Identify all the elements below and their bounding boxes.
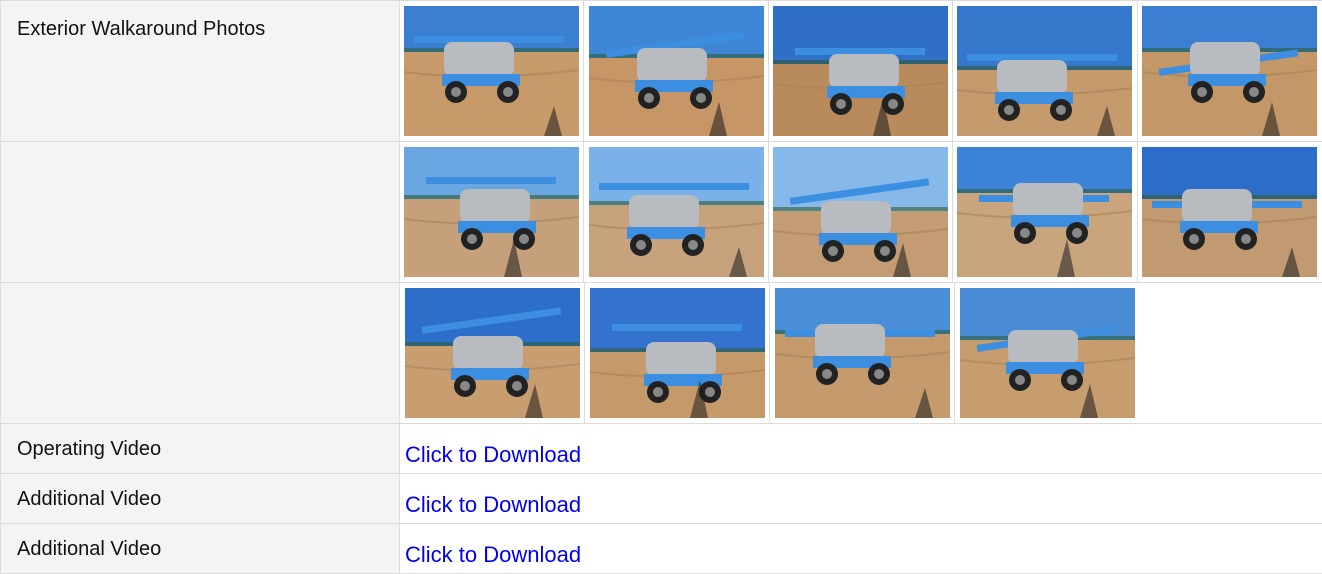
video-row-additional: Additional Video Click to Download xyxy=(1,474,1322,524)
inspection-table: Exterior Walkaround Photos xyxy=(0,0,1322,574)
photo-lift-rear-quarter-icon[interactable] xyxy=(589,6,764,136)
photo-cell xyxy=(400,1,584,141)
photo-s125-closeup-icon[interactable] xyxy=(590,288,765,418)
photo-cell xyxy=(769,1,953,141)
video-label: Operating Video xyxy=(1,424,399,461)
photo-grid xyxy=(400,1,1322,141)
photo-row xyxy=(1,283,1322,424)
photo-lift-side-boom-icon[interactable] xyxy=(957,6,1132,136)
video-label-cell: Additional Video xyxy=(1,474,400,524)
photo-gallery-cell xyxy=(400,283,1322,424)
photo-lift-rear-icon[interactable] xyxy=(404,6,579,136)
photo-front-angle-icon[interactable] xyxy=(960,288,1135,418)
photo-boom-lowered-icon[interactable] xyxy=(957,147,1132,277)
label-cell-empty xyxy=(1,283,400,424)
walkaround-label: Exterior Walkaround Photos xyxy=(1,1,399,41)
video-label: Additional Video xyxy=(1,524,399,561)
video-label: Additional Video xyxy=(1,474,399,511)
photo-s125-side-icon[interactable] xyxy=(405,288,580,418)
photo-cell xyxy=(584,142,768,282)
photo-cell xyxy=(400,142,584,282)
photo-cell xyxy=(1138,142,1322,282)
video-row-operating: Operating Video Click to Download xyxy=(1,424,1322,474)
photo-boom-side-icon[interactable] xyxy=(1142,6,1317,136)
photo-cell xyxy=(769,142,953,282)
photo-cell xyxy=(400,283,585,423)
photo-row xyxy=(1,142,1322,283)
photo-cell xyxy=(585,283,770,423)
photo-cell xyxy=(953,142,1137,282)
video-link-cell: Click to Download xyxy=(400,474,1322,524)
video-link-cell: Click to Download xyxy=(400,524,1322,574)
photo-basket-angle-icon[interactable] xyxy=(773,147,948,277)
photo-boom-closeup-icon[interactable] xyxy=(1142,147,1317,277)
photo-row: Exterior Walkaround Photos xyxy=(1,1,1322,142)
photo-cell xyxy=(955,283,1140,423)
photo-gallery-cell xyxy=(400,142,1322,283)
download-link[interactable]: Click to Download xyxy=(405,543,581,567)
label-cell-empty xyxy=(1,142,400,283)
video-link-cell: Click to Download xyxy=(400,424,1322,474)
photo-cell xyxy=(584,1,768,141)
photo-basket-front-icon[interactable] xyxy=(589,147,764,277)
photo-cell xyxy=(770,283,955,423)
video-label-cell: Additional Video xyxy=(1,524,400,574)
photo-basket-platform-icon[interactable] xyxy=(404,147,579,277)
photo-grid xyxy=(400,283,1322,423)
photo-cell xyxy=(953,1,1137,141)
photo-gallery-cell xyxy=(400,1,1322,142)
download-link[interactable]: Click to Download xyxy=(405,493,581,517)
video-row-additional: Additional Video Click to Download xyxy=(1,524,1322,574)
photo-grid xyxy=(400,142,1322,282)
label-cell: Exterior Walkaround Photos xyxy=(1,1,400,142)
photo-front-quarter-icon[interactable] xyxy=(775,288,950,418)
photo-cell xyxy=(1138,1,1322,141)
download-link[interactable]: Click to Download xyxy=(405,443,581,467)
video-label-cell: Operating Video xyxy=(1,424,400,474)
photo-lift-front-wheel-icon[interactable] xyxy=(773,6,948,136)
